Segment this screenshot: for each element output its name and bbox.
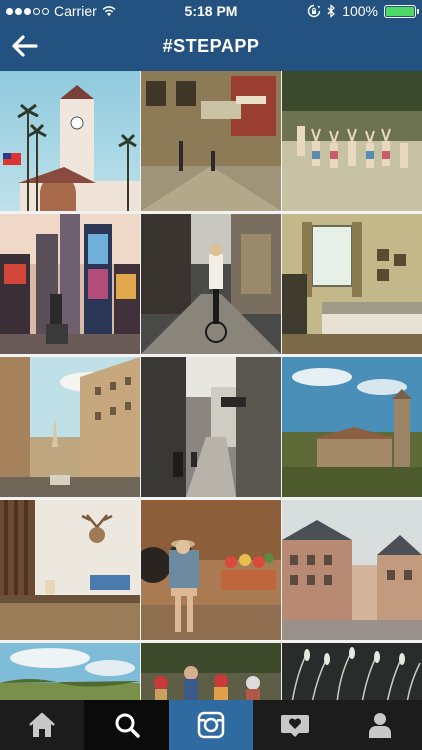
tab-profile[interactable] <box>338 700 422 750</box>
tab-explore[interactable] <box>84 700 169 750</box>
tab-bar <box>0 700 422 750</box>
photo-children-cheering[interactable] <box>282 71 422 211</box>
photo-bedroom-interior[interactable] <box>282 214 422 354</box>
nav-bar: #STEPAPP <box>0 22 422 71</box>
photo-grid <box>0 71 422 700</box>
photo-cafe-deer-trophy[interactable] <box>0 500 140 640</box>
camera-icon <box>197 711 225 739</box>
status-right: 100% <box>307 3 419 19</box>
photo-union-station[interactable] <box>0 71 140 211</box>
photo-meadow-sky[interactable] <box>0 643 140 700</box>
rotation-lock-icon <box>308 4 321 18</box>
photo-cyclist-street[interactable] <box>141 214 281 354</box>
photo-paris-boulevard[interactable] <box>0 357 140 497</box>
photo-cyclists-group[interactable] <box>141 643 281 700</box>
profile-icon <box>368 713 391 738</box>
photo-woman-sitting[interactable] <box>141 500 281 640</box>
page-title: #STEPAPP <box>162 36 260 56</box>
search-icon <box>115 713 140 738</box>
status-bar: Carrier 5:18 PM 100% <box>0 0 422 22</box>
app-header: Carrier 5:18 PM 100% #STEPAPP <box>0 0 422 71</box>
photo-european-street[interactable] <box>141 71 281 211</box>
photo-wild-grass[interactable] <box>282 643 422 700</box>
tab-home[interactable] <box>0 700 84 750</box>
battery-icon <box>384 4 419 18</box>
activity-heart-icon <box>281 715 310 737</box>
tab-camera[interactable] <box>168 700 254 750</box>
battery-percent: 100% <box>342 3 378 19</box>
photo-countryside-church[interactable] <box>282 357 422 497</box>
home-icon <box>29 712 56 737</box>
tab-activity[interactable] <box>253 700 337 750</box>
photo-times-square[interactable] <box>0 214 140 354</box>
photo-town-square[interactable] <box>282 500 422 640</box>
bluetooth-icon <box>327 4 336 18</box>
photo-alley-bw[interactable] <box>141 357 281 497</box>
